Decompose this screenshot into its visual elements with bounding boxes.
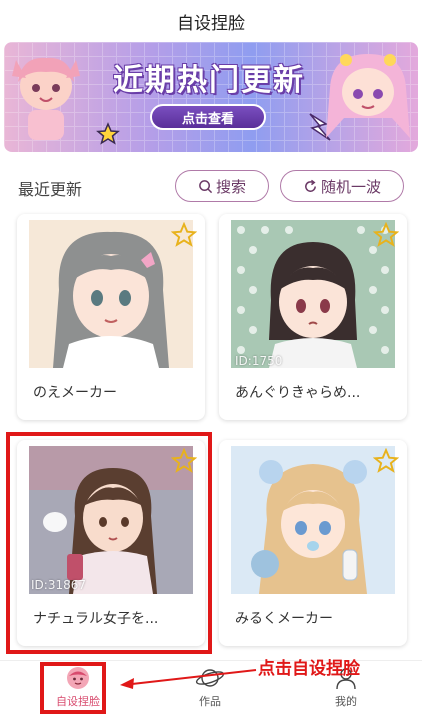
maker-id: ID:1750 <box>235 354 283 368</box>
search-button[interactable]: 搜索 <box>175 170 269 202</box>
recent-updates-header: 最近更新 搜索 随机一波 <box>0 164 422 208</box>
favorite-star-icon[interactable] <box>373 448 399 474</box>
tab-highlight-box <box>40 662 106 714</box>
refresh-icon <box>305 179 316 192</box>
maker-card[interactable]: ID:1750 あんぐりきゃらめ... <box>219 214 407 420</box>
maker-thumbnail <box>231 446 395 594</box>
page-title: 自设捏脸 <box>177 13 245 34</box>
section-title: 最近更新 <box>18 180 83 199</box>
banner-headline: 近期热门更新 <box>113 63 305 98</box>
star-decoration-icon <box>96 122 120 145</box>
banner-view-button[interactable]: 点击查看 <box>150 104 266 130</box>
maker-thumbnail <box>29 220 193 368</box>
random-button[interactable]: 随机一波 <box>280 170 404 202</box>
tab-label: 我的 <box>335 695 357 708</box>
promo-banner[interactable]: 近期热门更新 点击查看 <box>4 42 418 152</box>
maker-card[interactable]: のえメーカー <box>17 214 205 420</box>
maker-name: のえメーカー <box>33 385 117 401</box>
tab-label: 作品 <box>199 695 221 708</box>
annotation-arrow-icon <box>120 669 257 689</box>
search-button-label: 搜索 <box>215 177 246 196</box>
card-highlight-box <box>6 432 212 654</box>
maker-card[interactable]: みるくメーカー <box>219 440 407 646</box>
maker-name: みるくメーカー <box>235 611 333 627</box>
annotation-text: 点击自设捏脸 <box>258 659 360 679</box>
maker-thumbnail <box>231 220 395 368</box>
banner-character-left-illustration <box>12 57 80 140</box>
random-button-label: 随机一波 <box>320 177 381 196</box>
maker-name: あんぐりきゃらめ... <box>235 385 361 401</box>
banner-character-right-illustration <box>326 54 410 138</box>
search-icon <box>199 179 213 193</box>
favorite-star-icon[interactable] <box>373 222 399 248</box>
favorite-star-icon[interactable] <box>171 222 197 248</box>
title-bar: 自设捏脸 <box>0 0 422 42</box>
